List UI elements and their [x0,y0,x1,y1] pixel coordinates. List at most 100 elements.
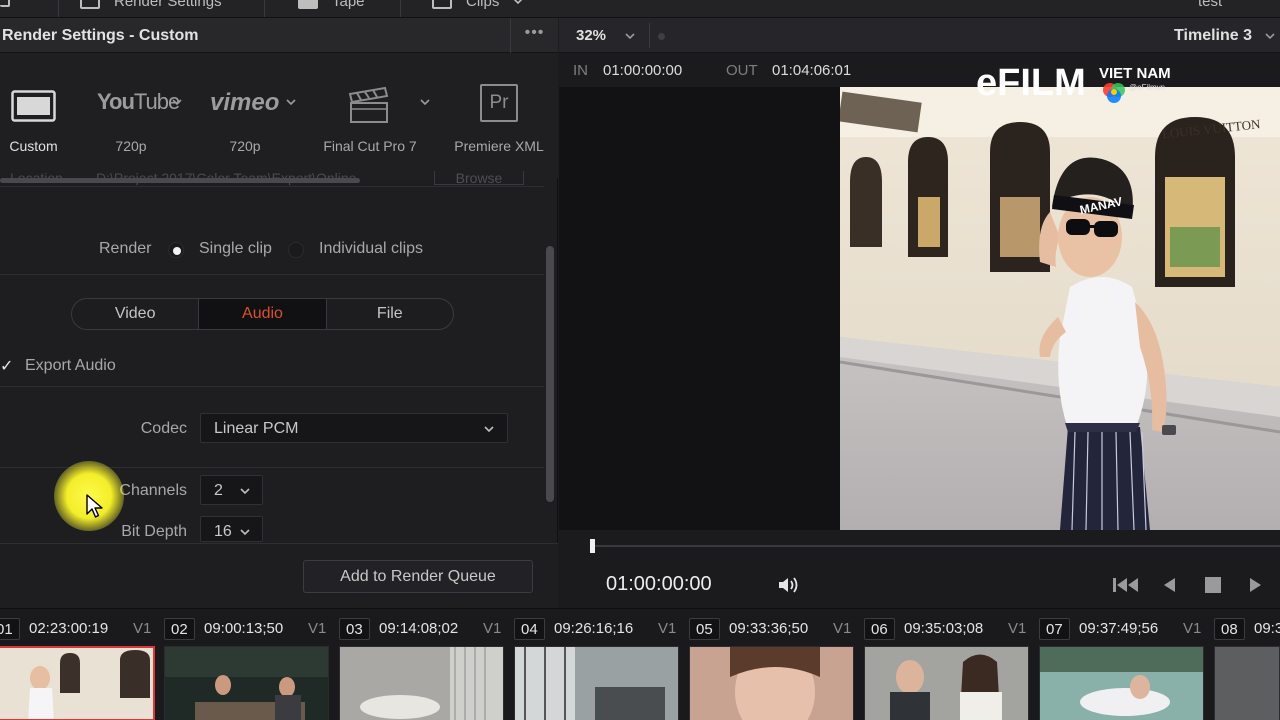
toolbar-divider [649,23,650,48]
more-options-icon[interactable]: ••• [510,18,558,53]
clip-track: V1 [833,620,852,637]
chevron-down-icon[interactable] [420,97,430,107]
channels-select[interactable]: 2 [200,475,263,505]
preset-custom[interactable]: Custom [0,53,88,178]
tab-render-settings[interactable]: Render Settings [80,0,222,10]
video-image: LOUIS VUITTON MANAV [840,87,1280,530]
chevron-down-icon[interactable] [286,97,296,107]
render-presets: Custom YouTube 720p vimeo 720p Final Cut… [0,53,558,178]
clip-timecode: 09:00:13;50 [204,620,284,637]
clip-thumbnail[interactable] [1214,646,1280,720]
premiere-pr-icon: Pr [480,84,518,122]
codec-select[interactable]: Linear PCM [200,413,508,443]
clip-thumbnail[interactable] [339,646,504,720]
preset-scrollbar[interactable] [0,178,360,183]
browse-button[interactable]: Browse [434,171,524,185]
clip-thumbnail[interactable] [1039,646,1204,720]
tab-partial[interactable] [0,0,10,7]
single-clip-radio[interactable] [168,242,184,258]
chevron-down-icon[interactable] [624,30,636,42]
clapperboard-icon [348,86,389,123]
bit-depth-select[interactable]: 16 [200,516,263,542]
render-settings-icon [80,0,100,9]
clips-icon [432,0,452,9]
mouse-pointer-icon [86,494,103,518]
clip-item[interactable]: 05 09:33:36;50 V1 [689,609,864,720]
project-name-label: test [1198,0,1223,10]
watermark-handle: @eFilmvn [1129,83,1166,92]
video-letterbox [559,87,840,530]
preset-final-cut-pro[interactable]: Final Cut Pro 7 [316,53,436,178]
divider [0,186,544,187]
play-reverse-icon[interactable] [1161,575,1177,595]
export-audio-label[interactable]: Export Audio [25,357,116,375]
codec-label: Codec [140,420,187,437]
viewer-panel: 32% Timeline 3 IN 01:00:00:00 OUT 01:04:… [559,18,1280,608]
youtube-logo-you: You [97,89,135,114]
custom-film-icon [11,90,56,122]
chevron-down-icon[interactable] [172,97,182,107]
tab-tape[interactable]: Tape [298,0,365,10]
preset-label: Custom [9,138,58,154]
single-clip-label[interactable]: Single clip [199,240,272,258]
go-to-start-icon[interactable] [1112,575,1140,595]
render-mode-row: Render Single clip Individual clips [0,240,540,262]
chevron-down-icon [240,529,250,536]
render-settings-header: Render Settings - Custom ••• [0,18,558,53]
thumbnail-image [340,647,503,720]
clip-track: V1 [483,620,502,637]
clip-item[interactable]: 06 09:35:03;08 V1 [864,609,1039,720]
tab-clips[interactable]: Clips [432,0,523,10]
clip-thumbnail[interactable] [689,646,854,720]
scrub-bar[interactable] [592,545,1280,547]
individual-clips-label[interactable]: Individual clips [319,240,423,258]
clip-timecode: 09:37:49;56 [1079,620,1159,637]
preset-premiere-xml[interactable]: Pr Premiere XML [444,53,554,178]
clip-timecode: 09:33:36;50 [729,620,809,637]
tab-file[interactable]: File [327,299,453,329]
out-timecode[interactable]: 01:04:06:01 [772,62,851,79]
individual-clips-radio[interactable] [288,242,304,258]
clip-item[interactable]: 04 09:26:16;16 V1 [514,609,689,720]
watermark-logo-text: eFILM [976,62,1086,104]
clip-item[interactable]: 07 09:37:49;56 V1 [1039,609,1214,720]
thumbnail-image [0,648,153,719]
status-dot-icon [658,33,665,40]
clip-thumbnail[interactable] [0,646,155,720]
clip-track: V1 [658,620,677,637]
timeline-name[interactable]: Timeline 3 [1174,27,1252,45]
bit-depth-label: Bit Depth [121,523,187,540]
tab-audio[interactable]: Audio [199,299,327,329]
clip-thumbnail[interactable] [164,646,329,720]
render-label: Render [99,240,152,257]
clip-thumbnail[interactable] [864,646,1029,720]
clip-item[interactable]: 08 09:3 [1214,609,1280,720]
clip-item[interactable]: 03 09:14:08;02 V1 [339,609,514,720]
preset-youtube[interactable]: YouTube 720p [90,53,200,178]
preset-vimeo[interactable]: vimeo 720p [203,53,313,178]
play-icon[interactable] [1248,575,1264,595]
chevron-down-icon[interactable] [1264,30,1276,42]
divider [0,386,544,387]
settings-scrollbar[interactable] [546,246,554,502]
thumbnail-image [1040,647,1203,720]
current-timecode: 01:00:00:00 [606,573,712,595]
zoom-level[interactable]: 32% [576,27,606,44]
clip-item[interactable]: 02 09:00:13;50 V1 [164,609,339,720]
clip-thumbnail[interactable] [514,646,679,720]
clip-timecode: 09:3 [1254,620,1280,637]
export-audio-checkbox[interactable]: ✓ [0,356,13,375]
clip-number: 06 [864,618,895,640]
in-timecode[interactable]: 01:00:00:00 [603,62,682,79]
stop-icon[interactable] [1204,575,1222,595]
volume-icon[interactable] [777,575,801,595]
chevron-down-icon [240,488,250,495]
divider [0,274,544,275]
chevron-down-icon [484,426,494,433]
add-to-render-queue-button[interactable]: Add to Render Queue [303,560,533,593]
thumbnail-image [165,647,328,720]
playhead[interactable] [590,539,595,553]
clip-item[interactable]: 01 02:23:00:19 V1 [0,609,164,720]
tab-video[interactable]: Video [72,299,200,329]
clip-track: V1 [1008,620,1027,637]
